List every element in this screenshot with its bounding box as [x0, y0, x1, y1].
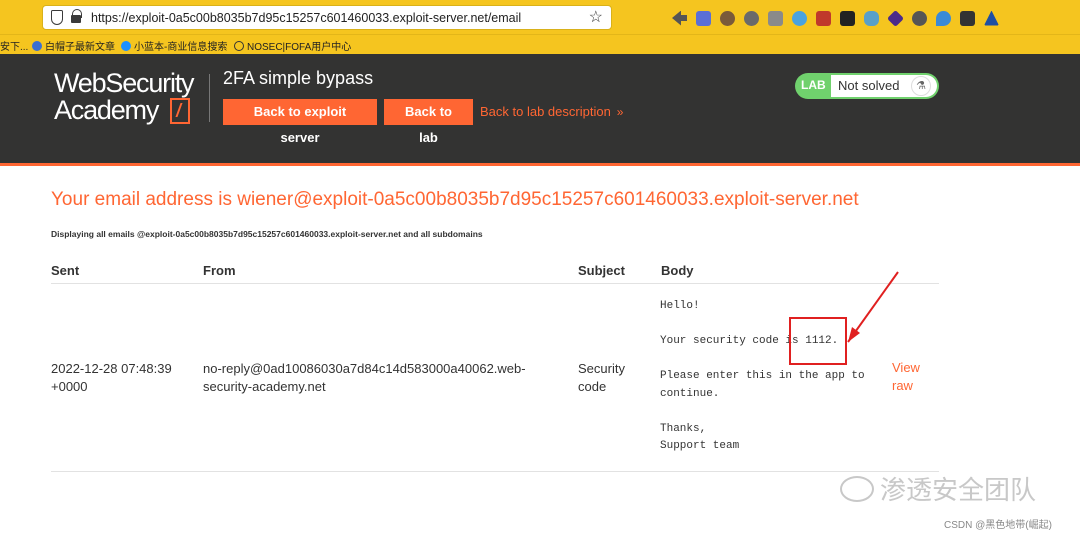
lab-status-badge: LAB Not solved ⚗ [795, 73, 939, 99]
column-header-from: From [203, 263, 236, 278]
extension-icon[interactable] [696, 10, 711, 26]
csdn-watermark: CSDN @黑色地带(崛起) [944, 520, 1052, 531]
extension-icon[interactable] [887, 9, 904, 27]
extension-icon[interactable] [960, 10, 975, 26]
cookie-editor-icon[interactable] [744, 10, 759, 26]
address-bar[interactable]: https://exploit-0a5c00b8035b7d95c15257c6… [42, 5, 612, 30]
extension-icon[interactable] [984, 10, 999, 26]
bookmark-item[interactable]: 安下... [0, 38, 28, 53]
table-header-divider [51, 283, 939, 284]
column-header-body: Body [661, 263, 694, 278]
back-to-lab-button[interactable]: Back to lab [384, 99, 473, 145]
lab-title: 2FA simple bypass [223, 68, 374, 88]
email-sent-cell: 2022-12-28 07:48:39 +0000 [51, 361, 172, 394]
email-from-cell: no-reply@0ad10086030a7d84c14d583000a4006… [203, 361, 526, 394]
location-icon[interactable] [936, 10, 951, 26]
browser-toolbar: https://exploit-0a5c00b8035b7d95c15257c6… [0, 0, 1080, 34]
lock-icon[interactable] [71, 9, 82, 23]
extension-icon[interactable] [816, 10, 831, 26]
back-to-lab-description-link[interactable]: Back to lab description» [480, 104, 623, 119]
bookmark-item[interactable]: NOSEC|FOFA用户中心 [234, 38, 351, 53]
globe-icon [234, 40, 244, 51]
extension-icon[interactable] [792, 10, 807, 26]
double-chevron-right-icon: » [616, 105, 624, 119]
lab-status-tag: LAB [801, 78, 826, 92]
extension-icon[interactable] [768, 10, 783, 26]
bookmark-item[interactable]: 白帽子最新文章 [32, 38, 115, 53]
displaying-emails-note: Displaying all emails @exploit-0a5c00b80… [51, 229, 483, 239]
extension-icon[interactable] [840, 10, 855, 26]
bookmarks-bar: 安下... 白帽子最新文章 小蓝本-商业信息搜索 NOSEC|FOFA用户中心 [0, 34, 1080, 54]
view-raw-link[interactable]: View raw [892, 359, 932, 395]
extension-icons [672, 8, 999, 28]
bookmark-favicon-icon [32, 40, 42, 51]
bookmark-star-icon[interactable]: ☆ [589, 7, 603, 27]
extension-icon[interactable] [912, 10, 927, 26]
lab-header: WebSecurity Academy 2FA simple bypass Ba… [0, 54, 1080, 166]
email-body-cell: Hello! Your security code is 1112. Pleas… [660, 300, 865, 452]
bookmark-item[interactable]: 小蓝本-商业信息搜索 [121, 38, 227, 53]
toggle-extension-icon[interactable] [864, 10, 879, 26]
email-subject-cell: Security code [578, 361, 625, 394]
back-to-exploit-server-button[interactable]: Back to exploit server [223, 99, 377, 145]
wechat-icon [840, 475, 874, 502]
shield-icon[interactable] [51, 10, 63, 25]
wechat-watermark: 渗透安全团队 [840, 470, 1036, 507]
lab-status-text: Not solved [838, 78, 900, 93]
cookie-icon[interactable] [720, 10, 735, 26]
table-row-divider [51, 471, 939, 472]
academy-logo-icon [170, 98, 190, 124]
annotation-highlight-box [789, 317, 847, 365]
bookmark-favicon-icon [121, 40, 131, 51]
column-header-subject: Subject [578, 263, 625, 278]
url-text[interactable]: https://exploit-0a5c00b8035b7d95c15257c6… [91, 11, 521, 25]
column-header-sent: Sent [51, 263, 80, 278]
header-divider [209, 74, 210, 122]
lab-status-inner: Not solved ⚗ [831, 75, 937, 97]
flask-icon: ⚗ [911, 76, 931, 96]
email-address-heading: Your email address is wiener@exploit-0a5… [51, 189, 859, 210]
back-arrow-icon[interactable] [672, 10, 687, 26]
